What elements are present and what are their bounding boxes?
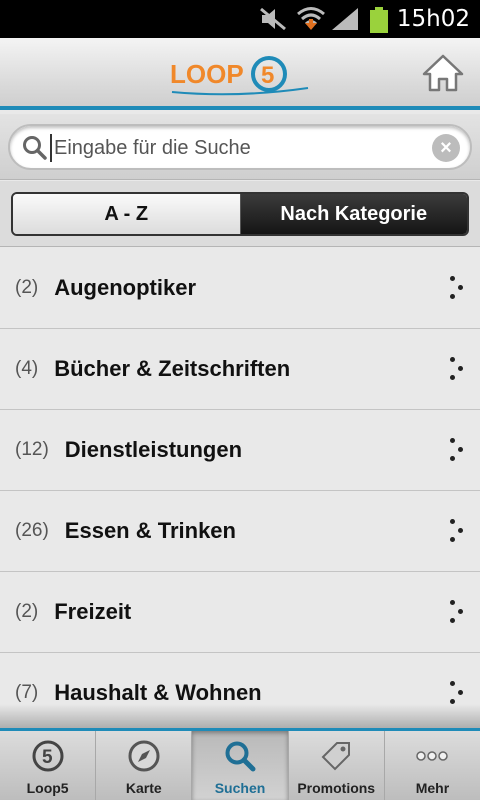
loop5-icon: 5: [32, 740, 64, 772]
list-item[interactable]: (2) Augenoptiker: [0, 248, 480, 329]
svg-text:5: 5: [42, 747, 53, 768]
more-dots-icon: [450, 600, 466, 624]
list-item[interactable]: (2) Freizeit: [0, 572, 480, 653]
tab-label: Loop5: [26, 780, 69, 796]
tab-label: Suchen: [214, 780, 266, 796]
tab-label: Promotions: [297, 780, 376, 796]
item-label: Essen & Trinken: [64, 518, 236, 543]
more-dots-icon: [450, 519, 466, 543]
battery-icon: [370, 7, 388, 33]
svg-text:LOOP: LOOP: [170, 59, 244, 89]
item-label: Freizeit: [54, 599, 132, 624]
tab-suchen[interactable]: Suchen: [192, 731, 289, 800]
status-time: 15h02: [396, 6, 470, 32]
tab-loop5[interactable]: 5 Loop5: [0, 731, 97, 800]
bottom-tab-bar: 5 Loop5 Karte Suchen Promotions Mehr: [0, 728, 480, 800]
tab-label: Karte: [125, 780, 162, 796]
svg-text:5: 5: [261, 62, 274, 89]
category-list: (2) Augenoptiker (4) Bücher & Zeitschrif…: [0, 248, 480, 728]
item-label: Augenoptiker: [54, 275, 197, 300]
clear-icon[interactable]: ×: [432, 134, 460, 162]
list-item[interactable]: (12) Dienstleistungen: [0, 410, 480, 491]
item-label: Haushalt & Wohnen: [54, 680, 262, 705]
item-label: Bücher & Zeitschriften: [54, 356, 291, 381]
search-input[interactable]: [50, 134, 430, 162]
search-area: ×: [0, 114, 480, 180]
segment-a-z[interactable]: A - Z: [13, 194, 241, 234]
loop5-logo: LOOP 5: [170, 56, 309, 96]
item-count: (7): [15, 682, 39, 703]
list-item[interactable]: (4) Bücher & Zeitschriften: [0, 329, 480, 410]
search-box[interactable]: ×: [8, 124, 472, 170]
item-count: (26): [15, 520, 49, 541]
search-icon: [23, 136, 47, 160]
list-item[interactable]: (26) Essen & Trinken: [0, 491, 480, 572]
compass-icon: [128, 740, 160, 772]
search-icon: [225, 741, 256, 772]
item-label: Dienstleistungen: [64, 437, 243, 462]
item-count: (2): [15, 277, 39, 298]
more-dots-icon: [450, 438, 466, 462]
list-fade: [0, 704, 480, 728]
sort-toggle-area: A - Z Nach Kategorie: [0, 181, 480, 247]
mute-icon: [260, 7, 286, 31]
more-dots-icon: [450, 276, 466, 300]
sort-toggle: A - Z Nach Kategorie: [11, 192, 469, 236]
wifi-icon: [297, 7, 325, 30]
signal-icon: [332, 8, 358, 30]
item-count: (2): [15, 601, 39, 622]
item-count: (12): [15, 439, 49, 460]
tab-mehr[interactable]: Mehr: [385, 731, 480, 800]
more-icon: [416, 751, 449, 761]
app-header: LOOP 5: [0, 38, 480, 110]
tab-promotions[interactable]: Promotions: [289, 731, 385, 800]
status-bar: 15h02: [0, 0, 480, 38]
segment-by-category[interactable]: Nach Kategorie: [240, 194, 467, 234]
more-dots-icon: [450, 357, 466, 381]
tag-icon: [321, 742, 351, 771]
more-dots-icon: [450, 681, 466, 705]
tab-karte[interactable]: Karte: [96, 731, 193, 800]
tab-label: Mehr: [415, 780, 450, 796]
home-icon[interactable]: [422, 52, 464, 94]
item-count: (4): [15, 358, 39, 379]
